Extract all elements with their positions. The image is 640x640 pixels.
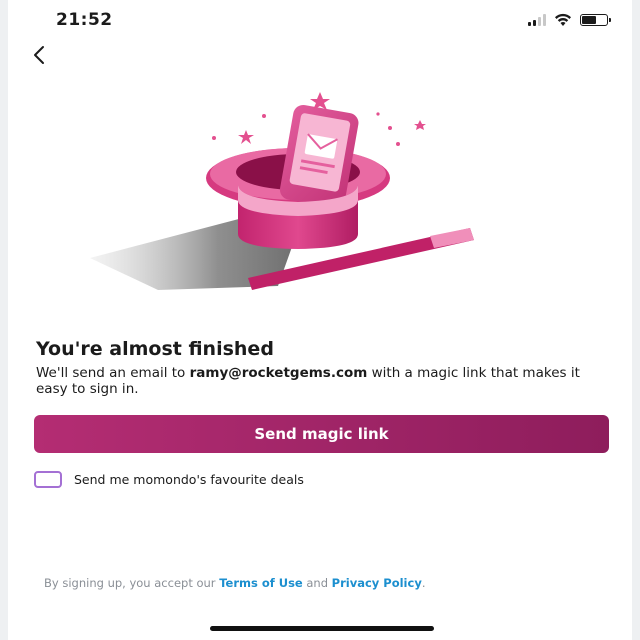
legal-conjunction: and [302, 576, 332, 590]
status-icons [528, 12, 611, 28]
page-title: You're almost finished [36, 338, 274, 360]
battery-icon [580, 14, 611, 26]
description-text: We'll send an email to ramy@rocketgems.c… [36, 365, 606, 397]
privacy-policy-link[interactable]: Privacy Policy [332, 576, 422, 590]
left-edge-shade [0, 0, 8, 640]
user-email: ramy@rocketgems.com [189, 365, 368, 381]
cellular-signal-icon [528, 14, 546, 26]
deals-opt-in-label: Send me momondo's favourite deals [74, 471, 304, 487]
legal-notice: By signing up, you accept our Terms of U… [44, 576, 584, 591]
home-indicator[interactable] [210, 626, 434, 631]
legal-suffix: . [421, 576, 426, 590]
description-prefix: We'll send an email to [36, 365, 190, 381]
right-edge-shade [632, 0, 640, 640]
app-screen: 21:52 You're almost finished We'll send … [0, 0, 640, 640]
deals-opt-in-row[interactable]: Send me momondo's favourite deals [34, 469, 304, 489]
status-time: 21:52 [56, 10, 113, 30]
status-bar: 21:52 [8, 0, 632, 42]
back-button[interactable] [24, 40, 54, 70]
chevron-left-icon [34, 46, 44, 64]
send-magic-link-button[interactable]: Send magic link [34, 415, 609, 453]
legal-prefix: By signing up, you accept our [44, 576, 220, 590]
terms-of-use-link[interactable]: Terms of Use [219, 576, 303, 590]
deals-opt-in-checkbox[interactable] [34, 470, 62, 488]
wifi-icon [555, 13, 571, 26]
magic-hat-phone-illustration [90, 92, 474, 290]
